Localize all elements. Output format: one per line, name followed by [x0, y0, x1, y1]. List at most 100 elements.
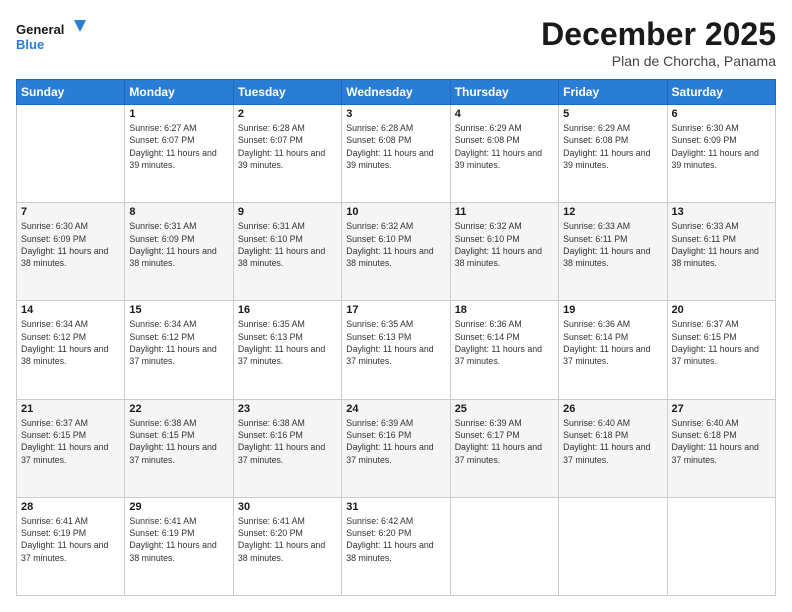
- col-monday: Monday: [125, 80, 233, 105]
- table-row: 6 Sunrise: 6:30 AMSunset: 6:09 PMDaylight…: [667, 105, 775, 203]
- table-row: 12 Sunrise: 6:33 AMSunset: 6:11 PMDayligh…: [559, 203, 667, 301]
- table-row: 13Sunrise: 6:33 AMSunset: 6:11 PMDayligh…: [667, 203, 775, 301]
- day-number: 11: [455, 206, 554, 218]
- day-number: 14: [21, 304, 120, 316]
- day-info: Sunrise: 6:31 AMSunset: 6:10 PMDaylight:…: [238, 220, 337, 269]
- day-info: Sunrise: 6:40 AMSunset: 6:18 PMDaylight:…: [563, 417, 662, 466]
- day-number: 31: [346, 501, 445, 513]
- table-row: 26 Sunrise: 6:40 AMSunset: 6:18 PMDayligh…: [559, 399, 667, 497]
- table-row: 15Sunrise: 6:34 AMSunset: 6:12 PMDayligh…: [125, 301, 233, 399]
- day-info: Sunrise: 6:35 AMSunset: 6:13 PMDaylight:…: [346, 318, 445, 367]
- col-sunday: Sunday: [17, 80, 125, 105]
- table-row: 29Sunrise: 6:41 AMSunset: 6:19 PMDayligh…: [125, 497, 233, 595]
- table-row: 25 Sunrise: 6:39 AMSunset: 6:17 PMDayligh…: [450, 399, 558, 497]
- day-number: 26: [563, 403, 662, 415]
- day-info: Sunrise: 6:39 AMSunset: 6:16 PMDaylight:…: [346, 417, 445, 466]
- table-row: 18 Sunrise: 6:36 AMSunset: 6:14 PMDayligh…: [450, 301, 558, 399]
- day-info: Sunrise: 6:29 AMSunset: 6:08 PMDaylight:…: [455, 122, 554, 171]
- day-info: Sunrise: 6:37 AMSunset: 6:15 PMDaylight:…: [672, 318, 771, 367]
- table-row: 8Sunrise: 6:31 AMSunset: 6:09 PMDaylight…: [125, 203, 233, 301]
- table-row: 10 Sunrise: 6:32 AMSunset: 6:10 PMDayligh…: [342, 203, 450, 301]
- day-number: 15: [129, 304, 228, 316]
- day-number: 30: [238, 501, 337, 513]
- day-number: 6: [672, 108, 771, 120]
- day-number: 12: [563, 206, 662, 218]
- day-info: Sunrise: 6:40 AMSunset: 6:18 PMDaylight:…: [672, 417, 771, 466]
- table-row: 2 Sunrise: 6:28 AMSunset: 6:07 PMDaylight…: [233, 105, 341, 203]
- table-row: 5 Sunrise: 6:29 AMSunset: 6:08 PMDaylight…: [559, 105, 667, 203]
- day-number: 10: [346, 206, 445, 218]
- day-info: Sunrise: 6:35 AMSunset: 6:13 PMDaylight:…: [238, 318, 337, 367]
- day-info: Sunrise: 6:33 AMSunset: 6:11 PMDaylight:…: [672, 220, 771, 269]
- calendar-week-row: 14Sunrise: 6:34 AMSunset: 6:12 PMDayligh…: [17, 301, 776, 399]
- table-row: 9Sunrise: 6:31 AMSunset: 6:10 PMDaylight…: [233, 203, 341, 301]
- col-wednesday: Wednesday: [342, 80, 450, 105]
- page: General Blue December 2025 Plan de Chorc…: [0, 0, 792, 612]
- calendar-title: December 2025: [541, 16, 776, 53]
- logo: General Blue: [16, 16, 86, 56]
- day-info: Sunrise: 6:38 AMSunset: 6:16 PMDaylight:…: [238, 417, 337, 466]
- table-row: 22 Sunrise: 6:38 AMSunset: 6:15 PMDayligh…: [125, 399, 233, 497]
- day-number: 5: [563, 108, 662, 120]
- day-number: 1: [129, 108, 228, 120]
- day-number: 18: [455, 304, 554, 316]
- day-number: 25: [455, 403, 554, 415]
- day-number: 27: [672, 403, 771, 415]
- day-number: 28: [21, 501, 120, 513]
- calendar-week-row: 21Sunrise: 6:37 AMSunset: 6:15 PMDayligh…: [17, 399, 776, 497]
- table-row: 24 Sunrise: 6:39 AMSunset: 6:16 PMDayligh…: [342, 399, 450, 497]
- day-number: 2: [238, 108, 337, 120]
- day-info: Sunrise: 6:41 AMSunset: 6:19 PMDaylight:…: [21, 515, 120, 564]
- day-info: Sunrise: 6:32 AMSunset: 6:10 PMDaylight:…: [346, 220, 445, 269]
- day-info: Sunrise: 6:30 AMSunset: 6:09 PMDaylight:…: [21, 220, 120, 269]
- day-number: 16: [238, 304, 337, 316]
- day-info: Sunrise: 6:29 AMSunset: 6:08 PMDaylight:…: [563, 122, 662, 171]
- table-row: [667, 497, 775, 595]
- svg-text:General: General: [16, 22, 64, 37]
- table-row: [17, 105, 125, 203]
- day-info: Sunrise: 6:28 AMSunset: 6:07 PMDaylight:…: [238, 122, 337, 171]
- table-row: 7 Sunrise: 6:30 AMSunset: 6:09 PMDaylight…: [17, 203, 125, 301]
- day-number: 21: [21, 403, 120, 415]
- table-row: 30 Sunrise: 6:41 AMSunset: 6:20 PMDayligh…: [233, 497, 341, 595]
- table-row: 17 Sunrise: 6:35 AMSunset: 6:13 PMDayligh…: [342, 301, 450, 399]
- day-number: 17: [346, 304, 445, 316]
- svg-text:Blue: Blue: [16, 37, 44, 52]
- col-tuesday: Tuesday: [233, 80, 341, 105]
- day-info: Sunrise: 6:41 AMSunset: 6:19 PMDaylight:…: [129, 515, 228, 564]
- day-info: Sunrise: 6:41 AMSunset: 6:20 PMDaylight:…: [238, 515, 337, 564]
- calendar-table: Sunday Monday Tuesday Wednesday Thursday…: [16, 79, 776, 596]
- table-row: 11Sunrise: 6:32 AMSunset: 6:10 PMDayligh…: [450, 203, 558, 301]
- day-info: Sunrise: 6:36 AMSunset: 6:14 PMDaylight:…: [455, 318, 554, 367]
- day-info: Sunrise: 6:33 AMSunset: 6:11 PMDaylight:…: [563, 220, 662, 269]
- calendar-week-row: 28 Sunrise: 6:41 AMSunset: 6:19 PMDayligh…: [17, 497, 776, 595]
- col-saturday: Saturday: [667, 80, 775, 105]
- table-row: [450, 497, 558, 595]
- table-row: 16 Sunrise: 6:35 AMSunset: 6:13 PMDayligh…: [233, 301, 341, 399]
- day-number: 22: [129, 403, 228, 415]
- day-info: Sunrise: 6:28 AMSunset: 6:08 PMDaylight:…: [346, 122, 445, 171]
- day-number: 20: [672, 304, 771, 316]
- table-row: 20 Sunrise: 6:37 AMSunset: 6:15 PMDayligh…: [667, 301, 775, 399]
- table-row: 14Sunrise: 6:34 AMSunset: 6:12 PMDayligh…: [17, 301, 125, 399]
- table-row: 27 Sunrise: 6:40 AMSunset: 6:18 PMDayligh…: [667, 399, 775, 497]
- day-info: Sunrise: 6:31 AMSunset: 6:09 PMDaylight:…: [129, 220, 228, 269]
- header: General Blue December 2025 Plan de Chorc…: [16, 16, 776, 69]
- table-row: 1 Sunrise: 6:27 AMSunset: 6:07 PMDaylight…: [125, 105, 233, 203]
- day-info: Sunrise: 6:38 AMSunset: 6:15 PMDaylight:…: [129, 417, 228, 466]
- calendar-header-row: Sunday Monday Tuesday Wednesday Thursday…: [17, 80, 776, 105]
- table-row: 19Sunrise: 6:36 AMSunset: 6:14 PMDayligh…: [559, 301, 667, 399]
- title-block: December 2025 Plan de Chorcha, Panama: [541, 16, 776, 69]
- day-info: Sunrise: 6:30 AMSunset: 6:09 PMDaylight:…: [672, 122, 771, 171]
- table-row: 23Sunrise: 6:38 AMSunset: 6:16 PMDayligh…: [233, 399, 341, 497]
- table-row: 28 Sunrise: 6:41 AMSunset: 6:19 PMDayligh…: [17, 497, 125, 595]
- table-row: 31Sunrise: 6:42 AMSunset: 6:20 PMDayligh…: [342, 497, 450, 595]
- col-friday: Friday: [559, 80, 667, 105]
- col-thursday: Thursday: [450, 80, 558, 105]
- day-info: Sunrise: 6:27 AMSunset: 6:07 PMDaylight:…: [129, 122, 228, 171]
- day-number: 7: [21, 206, 120, 218]
- day-info: Sunrise: 6:39 AMSunset: 6:17 PMDaylight:…: [455, 417, 554, 466]
- table-row: 4Sunrise: 6:29 AMSunset: 6:08 PMDaylight…: [450, 105, 558, 203]
- logo-svg: General Blue: [16, 16, 86, 56]
- day-number: 24: [346, 403, 445, 415]
